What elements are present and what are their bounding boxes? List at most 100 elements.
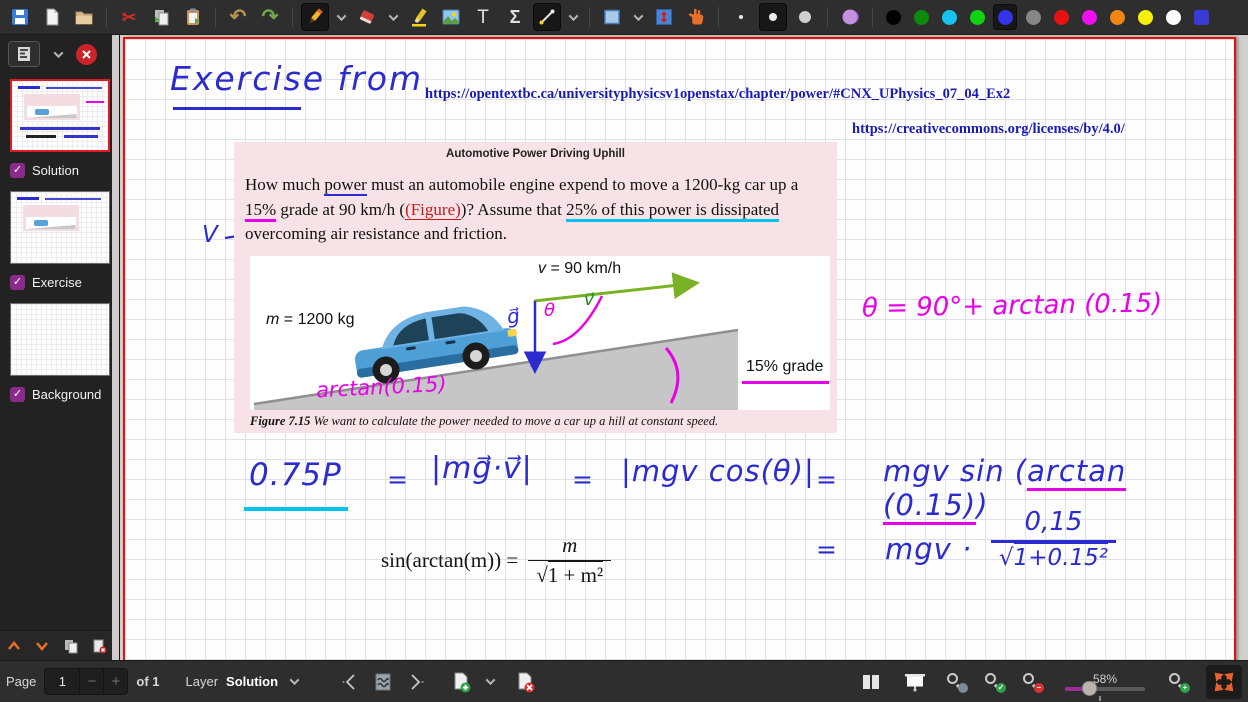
sidebar-mode-dropdown[interactable]	[50, 42, 66, 66]
color-yellow-button[interactable]	[1133, 4, 1157, 30]
figure-link[interactable]: (Figure)	[405, 200, 461, 220]
sidebar-mode-button[interactable]	[8, 41, 40, 67]
add-layer-button[interactable]	[448, 669, 474, 695]
pen-size-thick-button[interactable]	[791, 3, 819, 31]
color-cyan-button[interactable]	[937, 4, 961, 30]
page-increment-button[interactable]: +	[103, 669, 127, 694]
color-picker-button[interactable]	[1189, 4, 1213, 30]
redo-button[interactable]: ↷	[256, 3, 284, 31]
sidebar-scrollbar[interactable]	[112, 35, 119, 660]
grade-underline	[742, 381, 829, 384]
layer-preview-background[interactable]	[10, 303, 110, 376]
color-blue-icon	[998, 10, 1013, 25]
copy-page-button[interactable]	[57, 631, 85, 660]
eq-equals-3: =	[816, 465, 838, 494]
sidebar-close-button[interactable]	[76, 44, 97, 65]
select-rectangle-button[interactable]	[598, 3, 626, 31]
layer-selector-value[interactable]: Solution	[226, 674, 278, 689]
color-magenta-button[interactable]	[1077, 4, 1101, 30]
fullscreen-button[interactable]	[1206, 665, 1242, 699]
layer-preview-solution[interactable]	[10, 79, 110, 152]
eraser-tool-button[interactable]	[353, 3, 381, 31]
eq-lhs: 0.75P	[249, 457, 342, 493]
fill-toggle-button[interactable]	[836, 3, 864, 31]
pen-size-fine-button[interactable]	[727, 3, 755, 31]
layer-selector-dropdown[interactable]	[286, 670, 302, 694]
cut-button[interactable]: ✂	[115, 3, 143, 31]
zoom-out-button[interactable]: −	[1022, 672, 1042, 692]
save-button[interactable]	[6, 3, 34, 31]
toolbar-divider	[292, 7, 293, 27]
mini-tex-mark	[26, 135, 56, 138]
add-layer-dropdown[interactable]	[482, 670, 498, 694]
source-url: https://opentextbc.ca/universityphysicsv…	[425, 86, 1010, 103]
delete-page-button[interactable]	[85, 631, 113, 660]
color-black-button[interactable]	[881, 4, 905, 30]
handwritten-heading: Exercise from	[170, 59, 423, 98]
paste-button[interactable]	[179, 3, 207, 31]
next-annotated-page-button[interactable]	[404, 669, 430, 695]
presentation-mode-button[interactable]	[902, 669, 928, 695]
color-gray-button[interactable]	[1021, 4, 1045, 30]
color-yellow-icon	[1138, 10, 1153, 25]
annotated-page-indicator[interactable]	[370, 669, 396, 695]
chevron-down-icon	[53, 48, 63, 58]
pen-tool-button[interactable]	[301, 3, 329, 31]
layer-row-background: ✓ Background	[0, 380, 119, 409]
layer-checkbox-exercise[interactable]: ✓	[10, 275, 25, 290]
hand-tool-button[interactable]	[682, 3, 710, 31]
layer-label-solution: Solution	[32, 163, 79, 178]
zoom-original-button[interactable]	[946, 672, 966, 692]
shape-options-dropdown[interactable]	[565, 5, 581, 29]
size-thick-icon	[799, 11, 811, 23]
new-document-icon	[42, 7, 62, 27]
color-blue-button[interactable]	[993, 4, 1017, 30]
page-surface[interactable]: Exercise from https://opentextbc.ca/univ…	[123, 37, 1236, 660]
zoom-slider-handle[interactable]	[1082, 681, 1097, 696]
color-orange-button[interactable]	[1105, 4, 1129, 30]
figure-mass-label: m = 1200 kg	[266, 311, 355, 329]
undo-icon: ↶	[230, 7, 247, 27]
zoom-in-button[interactable]: +	[1168, 672, 1188, 692]
color-red-button[interactable]	[1049, 4, 1073, 30]
layer-preview-exercise[interactable]	[10, 191, 110, 264]
color-green-button[interactable]	[965, 4, 989, 30]
page-number-input[interactable]: 1	[45, 669, 79, 694]
new-document-button[interactable]	[38, 3, 66, 31]
color-white-button[interactable]	[1161, 4, 1185, 30]
layer-preview-sidebar: ✓ Solution ✓ Exercise ✓ Background	[0, 35, 120, 660]
text-tool-button[interactable]: T	[469, 3, 497, 31]
layer-checkbox-solution[interactable]: ✓	[10, 163, 25, 178]
layer-label: Layer	[186, 674, 219, 689]
shape-recognizer-button[interactable]	[533, 3, 561, 31]
insert-image-button[interactable]	[437, 3, 465, 31]
math-tex-button[interactable]: Σ	[501, 3, 529, 31]
toolbar-divider	[215, 7, 216, 27]
copy-button[interactable]	[147, 3, 175, 31]
pen-options-dropdown[interactable]	[333, 5, 349, 29]
v-vector-label: v⃗	[584, 290, 594, 310]
dual-page-view-button[interactable]	[858, 669, 884, 695]
color-dark-green-button[interactable]	[909, 4, 933, 30]
page-decrement-button[interactable]: −	[79, 669, 103, 694]
undo-button[interactable]: ↶	[224, 3, 252, 31]
toolbar-divider	[872, 7, 873, 27]
pen-size-medium-button[interactable]	[759, 3, 787, 31]
select-options-dropdown[interactable]	[630, 5, 646, 29]
prev-annotated-page-button[interactable]	[336, 669, 362, 695]
layer-checkbox-background[interactable]: ✓	[10, 387, 25, 402]
zoom-slider[interactable]	[1065, 687, 1145, 691]
fill-icon	[840, 7, 860, 27]
delete-layer-button[interactable]	[512, 669, 538, 695]
page-up-button[interactable]	[0, 631, 28, 660]
layer-list-icon	[16, 46, 32, 62]
mini-problem-mark	[24, 94, 80, 120]
page-down-button[interactable]	[28, 631, 56, 660]
vertical-space-button[interactable]	[650, 3, 678, 31]
open-button[interactable]	[70, 3, 98, 31]
highlighter-tool-button[interactable]	[405, 3, 433, 31]
eq-equals-2: =	[572, 465, 594, 494]
zoom-fit-button[interactable]: ✓	[984, 672, 1004, 692]
eraser-options-dropdown[interactable]	[385, 5, 401, 29]
mass-var: m	[266, 311, 279, 328]
